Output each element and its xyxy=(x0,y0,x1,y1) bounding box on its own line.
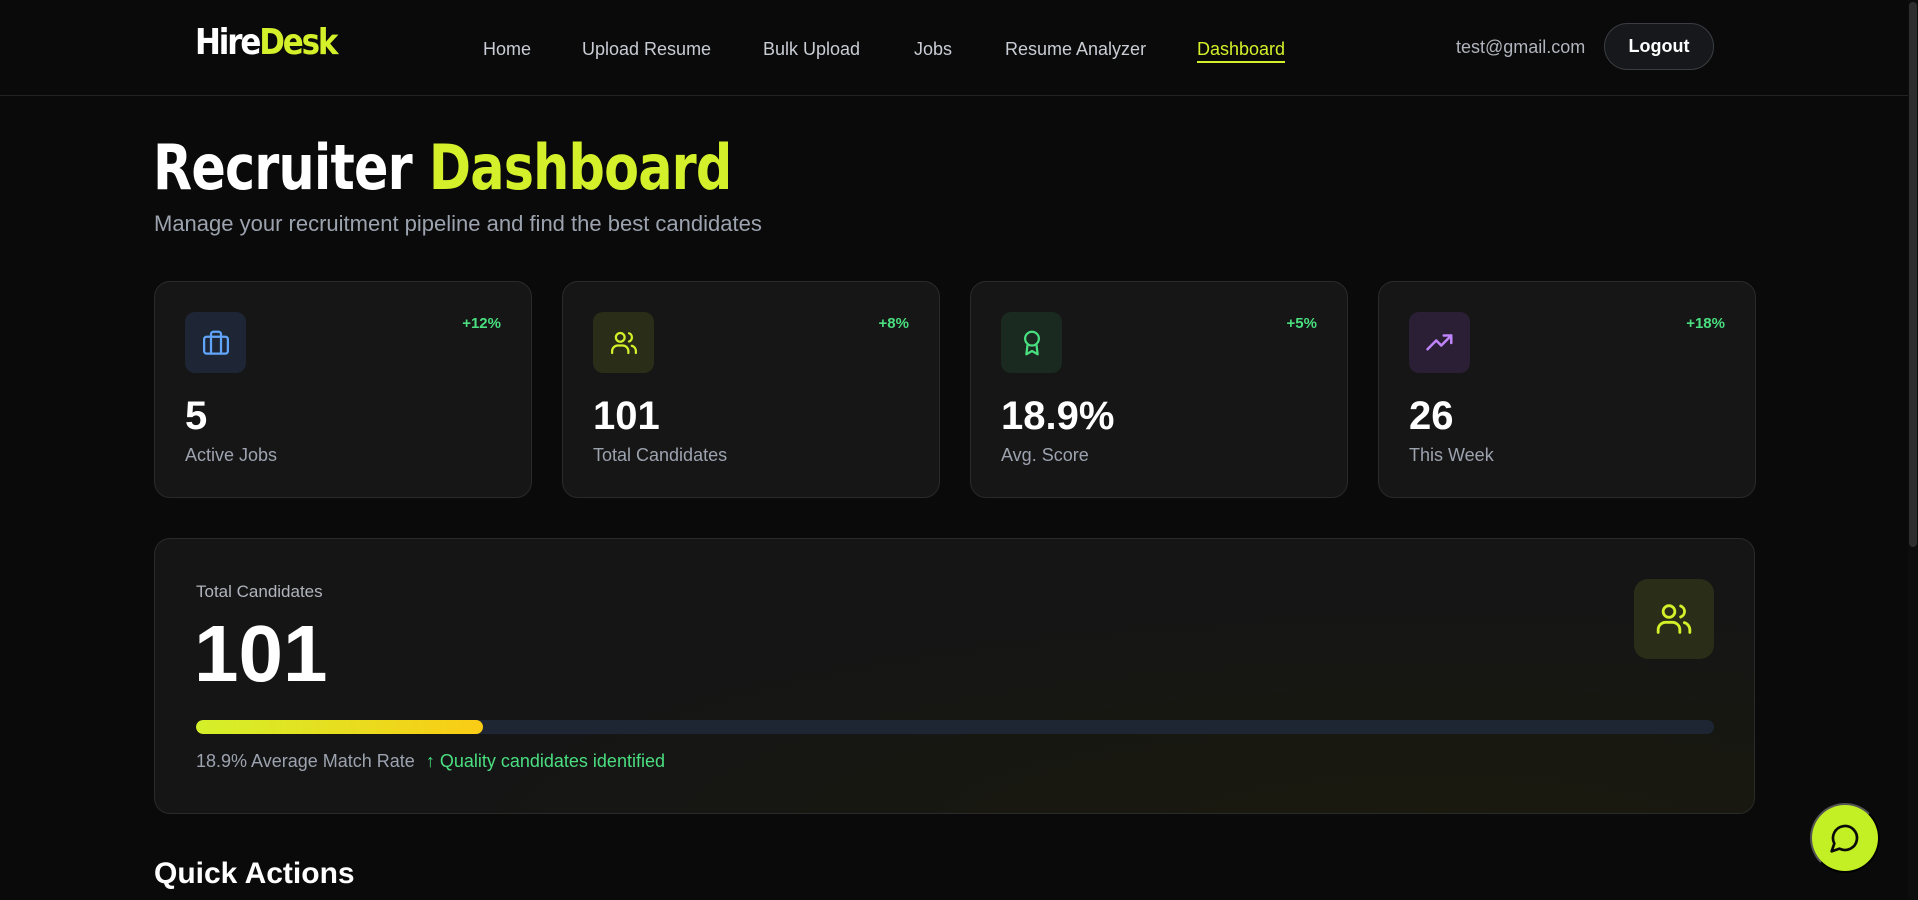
nav-bulk-upload[interactable]: Bulk Upload xyxy=(763,38,860,60)
users-icon xyxy=(1634,579,1714,659)
nav-home[interactable]: Home xyxy=(483,38,531,60)
page-title-accent: Dashboard xyxy=(428,131,733,204)
summary-value: 101 xyxy=(194,609,328,698)
summary-label: Total Candidates xyxy=(196,582,323,601)
nav-resume-analyzer[interactable]: Resume Analyzer xyxy=(1005,38,1146,60)
stat-change: +8% xyxy=(878,315,909,332)
match-rate-progress-fill xyxy=(196,720,483,734)
chat-button[interactable] xyxy=(1810,803,1880,873)
page-title-main: Recruiter xyxy=(153,131,413,204)
match-rate-progress-bar xyxy=(196,720,1714,734)
user-email: test@gmail.com xyxy=(1456,37,1586,57)
stat-card-avg-score: +5% 18.9% Avg. Score xyxy=(970,281,1348,498)
stat-change: +5% xyxy=(1286,315,1317,332)
page-scrollbar[interactable] xyxy=(1908,0,1918,900)
briefcase-icon xyxy=(185,312,246,373)
stat-change: +12% xyxy=(462,315,501,332)
stat-card-total-candidates: +8% 101 Total Candidates xyxy=(562,281,940,498)
stat-card-this-week: +18% 26 This Week xyxy=(1378,281,1756,498)
stat-label: Avg. Score xyxy=(1001,445,1089,465)
users-icon xyxy=(593,312,654,373)
nav-upload-resume[interactable]: Upload Resume xyxy=(582,38,711,60)
total-candidates-summary-card: Total Candidates 101 18.9% Average Match… xyxy=(154,538,1755,814)
logo-text-desk: Desk xyxy=(259,22,338,63)
chat-bubble-icon xyxy=(1830,824,1859,853)
top-navbar: HireDesk Home Upload Resume Bulk Upload … xyxy=(0,0,1908,96)
stat-label: Total Candidates xyxy=(593,445,728,465)
stat-value: 101 xyxy=(593,394,660,438)
stat-card-active-jobs: +12% 5 Active Jobs xyxy=(154,281,532,498)
stat-value: 18.9% xyxy=(1001,394,1115,438)
scrollbar-thumb[interactable] xyxy=(1909,2,1917,547)
page-subtitle: Manage your recruitment pipeline and fin… xyxy=(154,211,762,236)
stat-change: +18% xyxy=(1686,315,1725,332)
quick-actions-heading: Quick Actions xyxy=(154,857,355,890)
award-icon xyxy=(1001,312,1062,373)
stat-label: Active Jobs xyxy=(185,445,278,465)
stat-label: This Week xyxy=(1409,445,1494,465)
stat-value: 5 xyxy=(185,394,208,438)
match-rate-label: 18.9% Average Match Rate xyxy=(196,751,415,771)
match-rate-text: 18.9% Average Match Rate ↑ Quality candi… xyxy=(196,751,665,772)
quality-indicator: ↑ Quality candidates identified xyxy=(425,751,665,771)
nav-dashboard[interactable]: Dashboard xyxy=(1197,38,1286,63)
nav-jobs[interactable]: Jobs xyxy=(914,38,952,60)
page-title: Recruiter Dashboard xyxy=(153,128,732,208)
logout-button[interactable]: Logout xyxy=(1604,23,1714,70)
logo-text-hire: Hire xyxy=(195,22,261,63)
stat-value: 26 xyxy=(1409,394,1454,438)
trending-up-icon xyxy=(1409,312,1470,373)
hiredesk-logo[interactable]: HireDesk xyxy=(195,22,338,63)
